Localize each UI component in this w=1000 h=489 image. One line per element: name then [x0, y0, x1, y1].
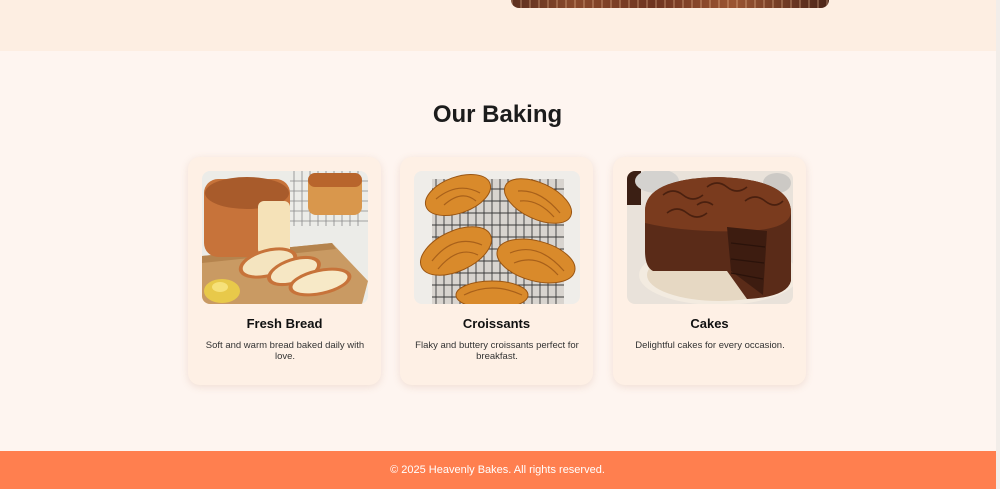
- card-title: Fresh Bread: [246, 316, 323, 331]
- product-card-cakes: Cakes Delightful cakes for every occasio…: [613, 157, 806, 385]
- section-title: Our Baking: [432, 101, 563, 128]
- page-scrollbar[interactable]: [996, 0, 1000, 489]
- card-description: Delightful cakes for every occasion.: [635, 340, 785, 351]
- croissant-image: [414, 171, 580, 304]
- hero-bakery-image: [511, 0, 829, 8]
- bread-image: [202, 171, 368, 304]
- cake-image: [627, 171, 793, 304]
- product-card-croissants: Croissants Flaky and buttery croissants …: [400, 157, 593, 385]
- copyright-text: © 2025 Heavenly Bakes. All rights reserv…: [390, 464, 605, 476]
- card-description: Soft and warm bread baked daily with lov…: [205, 340, 365, 362]
- card-title: Cakes: [690, 316, 729, 331]
- product-card-bread: Fresh Bread Soft and warm bread baked da…: [188, 157, 381, 385]
- card-description: Flaky and buttery croissants perfect for…: [415, 340, 579, 362]
- hero-section: [0, 0, 1000, 51]
- card-title: Croissants: [462, 316, 531, 331]
- footer: © 2025 Heavenly Bakes. All rights reserv…: [0, 451, 1000, 489]
